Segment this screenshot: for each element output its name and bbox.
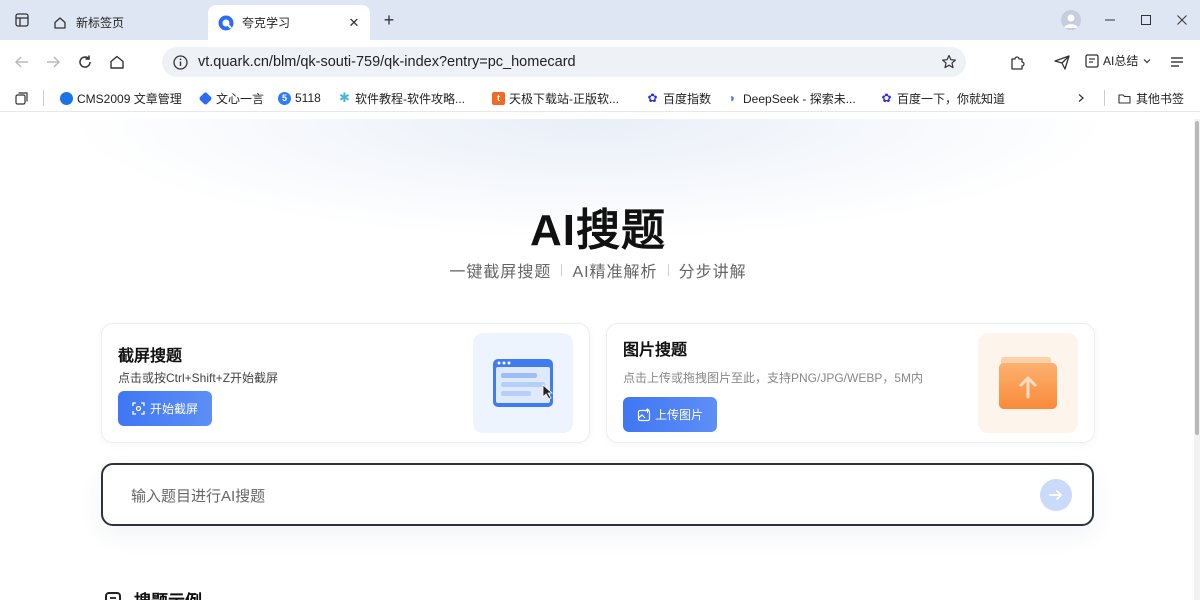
divider — [561, 264, 563, 276]
bookmark-label: 软件教程-软件攻略... — [355, 91, 465, 106]
home-button[interactable] — [107, 52, 127, 72]
tianji-icon: t — [492, 91, 505, 105]
bookmark-cms2009[interactable]: CMS2009 文章管理 — [60, 90, 182, 106]
question-search-box — [101, 463, 1094, 526]
tab-actions-icon[interactable] — [14, 12, 30, 28]
question-search-input[interactable] — [131, 484, 1011, 508]
new-tab-button[interactable]: + — [380, 11, 398, 29]
ai-summary-label: AI总结 — [1103, 54, 1139, 68]
bookmark-tianji[interactable]: t 天极下载站-正版软... — [492, 90, 619, 106]
site-info-icon[interactable] — [172, 54, 188, 70]
maximize-button[interactable] — [1128, 0, 1164, 40]
other-bookmarks[interactable]: 其他书签 — [1118, 90, 1184, 106]
page-title: AI搜题 — [530, 206, 666, 255]
search-submit-button[interactable] — [1040, 479, 1072, 511]
reload-button[interactable] — [75, 52, 95, 72]
button-label: 上传图片 — [654, 408, 703, 422]
arrow-right-icon — [1049, 490, 1062, 500]
divider — [43, 90, 44, 106]
bookmark-label: 5118 — [295, 91, 321, 105]
folder-icon — [1118, 93, 1131, 104]
folder-upload-illustration — [978, 333, 1078, 433]
document-icon — [105, 591, 121, 600]
start-screenshot-button[interactable]: 开始截屏 — [118, 391, 212, 426]
upload-image-button[interactable]: 上传图片 — [623, 397, 717, 432]
divider — [667, 264, 669, 276]
bookmark-label: 百度一下，你就知道 — [897, 91, 1006, 106]
tab-label: 夸克学习 — [242, 16, 291, 30]
card-description: 点击上传或拖拽图片至此，支持PNG/JPG/WEBP，5M内 — [623, 371, 924, 385]
star-bookmark-icon: ✱ — [339, 90, 350, 105]
menu-icon[interactable] — [1167, 52, 1187, 72]
back-button[interactable] — [12, 52, 32, 72]
close-window-button[interactable] — [1164, 0, 1200, 40]
button-label: 开始截屏 — [149, 402, 198, 416]
minimize-button[interactable] — [1092, 0, 1128, 40]
card-description: 点击或按Ctrl+Shift+Z开始截屏 — [118, 371, 279, 385]
tab-label: 新标签页 — [76, 16, 125, 30]
section-title: 搜题示例 — [134, 587, 202, 600]
divider — [1104, 90, 1105, 106]
screenshot-search-card[interactable]: 截屏搜题 点击或按Ctrl+Shift+Z开始截屏 开始截屏 — [101, 323, 590, 443]
chevron-down-icon — [1143, 58, 1151, 63]
cms-icon — [60, 91, 73, 105]
bookmark-star-icon[interactable] — [940, 53, 958, 71]
tab-new-tab[interactable]: 新标签页 — [42, 5, 206, 40]
feature-item: 一键截屏搜题 — [449, 264, 552, 281]
chevron-right-icon[interactable] — [1076, 90, 1086, 106]
bookmark-label: 文心一言 — [216, 91, 265, 106]
screenshot-icon — [132, 402, 146, 416]
close-icon[interactable]: ✕ — [346, 15, 362, 31]
tab-overview-icon[interactable] — [15, 90, 28, 106]
card-title: 图片搜题 — [623, 342, 688, 359]
section-header: 搜题示例 — [104, 587, 202, 600]
baidu-icon: ✿ — [881, 91, 892, 105]
bookmark-baidu[interactable]: ✿ 百度一下，你就知道 — [880, 90, 1005, 106]
feature-item: 分步讲解 — [678, 264, 747, 281]
profile-button[interactable] — [1056, 0, 1092, 40]
navigation-bar: vt.quark.cn/blm/qk-souti-759/qk-index?en… — [0, 40, 1200, 84]
extensions-icon[interactable] — [1008, 52, 1028, 72]
page-content: AI搜题 一键截屏搜题 AI精准解析 分步讲解 截屏搜题 点击或按Ctrl+Sh… — [0, 119, 1196, 600]
bookmark-label: 其他书签 — [1136, 91, 1185, 106]
bookmark-label: 百度指数 — [663, 91, 712, 106]
scrollbar-thumb[interactable] — [1195, 121, 1199, 435]
5118-icon: 5 — [278, 91, 291, 105]
card-title: 截屏搜题 — [118, 348, 183, 365]
feature-list: 一键截屏搜题 AI精准解析 分步讲解 — [0, 258, 1196, 282]
baidu-icon: ✿ — [647, 91, 658, 105]
avatar — [1061, 10, 1081, 30]
wenxin-icon — [198, 91, 213, 105]
tab-quark-study[interactable]: 夸克学习 ✕ — [208, 5, 370, 40]
bookmark-label: 天极下载站-正版软... — [509, 91, 619, 106]
bookmarks-bar: CMS2009 文章管理 文心一言 5 5118 ✱ 软件教程-软件攻略... … — [0, 84, 1200, 112]
bookmark-wenxin[interactable]: 文心一言 — [198, 90, 265, 106]
bookmark-5118[interactable]: 5 5118 — [278, 90, 321, 106]
send-icon[interactable] — [1052, 52, 1072, 72]
ai-summary-icon — [1085, 53, 1099, 68]
url-text[interactable]: vt.quark.cn/blm/qk-souti-759/qk-index?en… — [198, 54, 940, 70]
tab-bar: 新标签页 夸克学习 ✕ + — [0, 0, 1200, 40]
forward-button[interactable] — [43, 52, 63, 72]
feature-item: AI精准解析 — [572, 264, 658, 281]
address-bar[interactable]: vt.quark.cn/blm/qk-souti-759/qk-index?en… — [162, 47, 966, 77]
bookmark-deepseek[interactable]: ◗ DeepSeek - 探索未... — [726, 90, 856, 106]
page-scrollbar[interactable] — [1194, 119, 1200, 600]
deepseek-icon: ◗ — [728, 91, 737, 105]
bookmark-label: CMS2009 文章管理 — [77, 91, 182, 106]
screenshot-illustration — [473, 333, 573, 433]
image-search-card[interactable]: 图片搜题 点击上传或拖拽图片至此，支持PNG/JPG/WEBP，5M内 上传图片 — [606, 323, 1095, 443]
bookmark-software-tutorial[interactable]: ✱ 软件教程-软件攻略... — [338, 90, 465, 106]
upload-image-icon — [637, 407, 651, 422]
bookmark-baidu-index[interactable]: ✿ 百度指数 — [646, 90, 711, 106]
quark-icon — [218, 15, 234, 31]
bookmark-label: DeepSeek - 探索未... — [743, 91, 856, 106]
home-icon — [52, 15, 68, 31]
ai-summary-button[interactable]: AI总结 — [1084, 52, 1151, 69]
